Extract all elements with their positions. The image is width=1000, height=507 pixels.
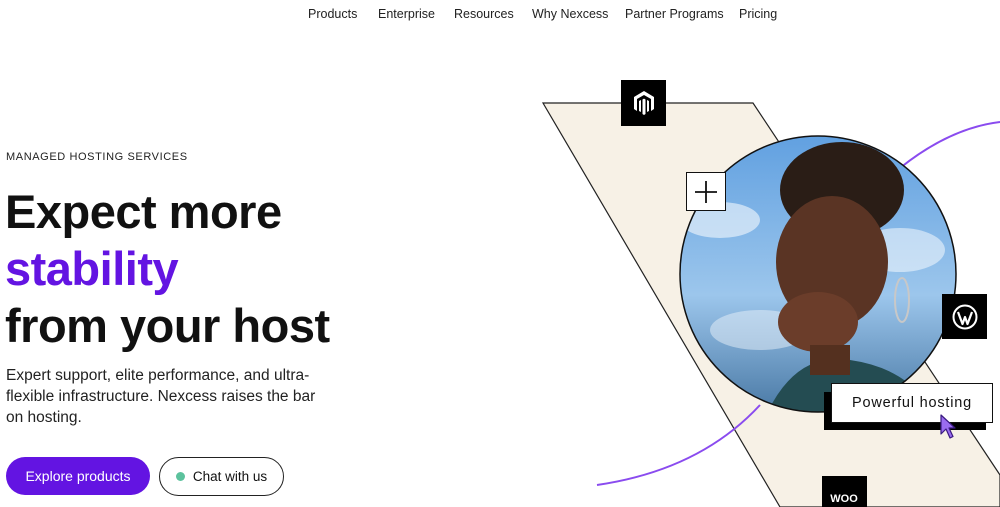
- woocommerce-tile: [822, 476, 867, 507]
- magento-logo-tile: [621, 80, 666, 126]
- explore-products-button[interactable]: Explore products: [6, 457, 150, 495]
- headline-accent: stability: [5, 242, 179, 295]
- hero-eyebrow: MANAGED HOSTING SERVICES: [6, 151, 188, 163]
- chat-button-label: Chat with us: [192, 469, 268, 484]
- plus-icon: [695, 180, 717, 203]
- top-nav: Products Enterprise Resources Why Nexces…: [0, 0, 1000, 30]
- callout-shadow: [824, 392, 986, 430]
- accent-arc-bottom: [596, 404, 761, 486]
- nav-item-enterprise[interactable]: Enterprise: [378, 7, 435, 21]
- magento-icon: [633, 91, 654, 115]
- nav-item-resources[interactable]: Resources: [454, 7, 514, 21]
- powerful-hosting-callout: Powerful hosting: [831, 383, 993, 423]
- plus-box: [686, 172, 726, 211]
- nav-item-why-nexcess[interactable]: Why Nexcess: [532, 7, 608, 21]
- headline-line-1: Expect more: [5, 185, 282, 238]
- status-dot: [175, 472, 185, 481]
- hero-band: [541, 102, 1000, 507]
- hero-subtext: Expert support, elite performance, and u…: [6, 367, 316, 426]
- wordpress-icon: [952, 304, 977, 329]
- hero-photo: [680, 136, 956, 412]
- wordpress-logo-tile: [942, 294, 987, 339]
- nav-item-pricing[interactable]: Pricing: [739, 7, 777, 21]
- headline-line-3: from your host: [5, 299, 330, 352]
- nav-item-partner-programs[interactable]: Partner Programs: [625, 7, 724, 21]
- hero-headline: Expect more stability from your host: [5, 183, 330, 354]
- accent-arc-top: [899, 121, 1000, 169]
- woocommerce-label: WOO: [830, 493, 858, 505]
- cursor-icon: [940, 414, 956, 439]
- nav-item-products[interactable]: Products: [308, 7, 357, 21]
- chat-with-us-button[interactable]: Chat with us: [159, 457, 284, 496]
